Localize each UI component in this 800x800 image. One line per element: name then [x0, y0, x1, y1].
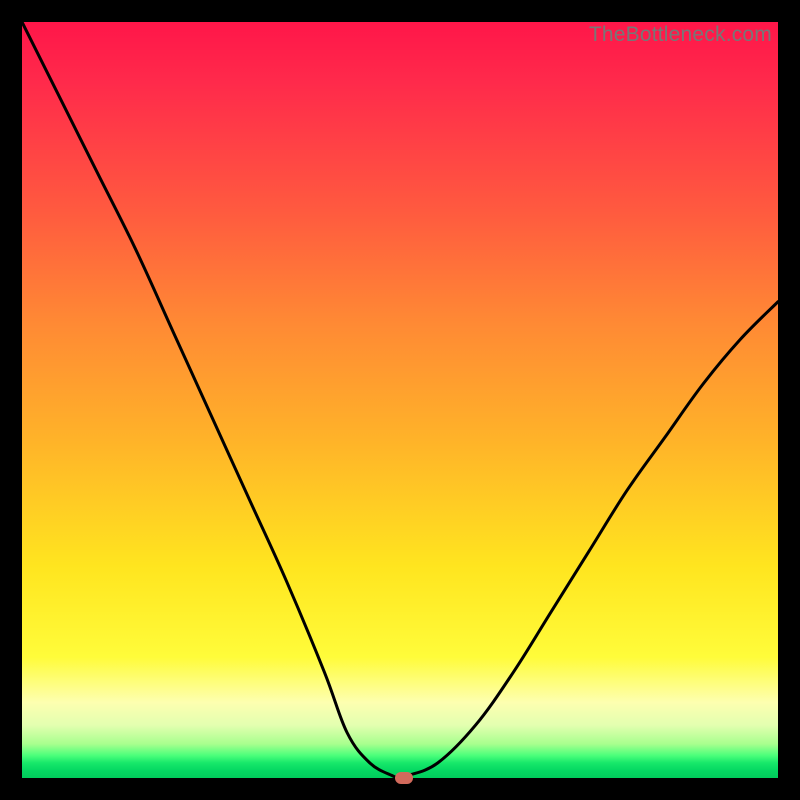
bottleneck-curve — [22, 22, 778, 778]
optimal-point-marker — [395, 772, 413, 784]
chart-frame: TheBottleneck.com — [10, 10, 790, 790]
chart-plot-area: TheBottleneck.com — [22, 22, 778, 778]
